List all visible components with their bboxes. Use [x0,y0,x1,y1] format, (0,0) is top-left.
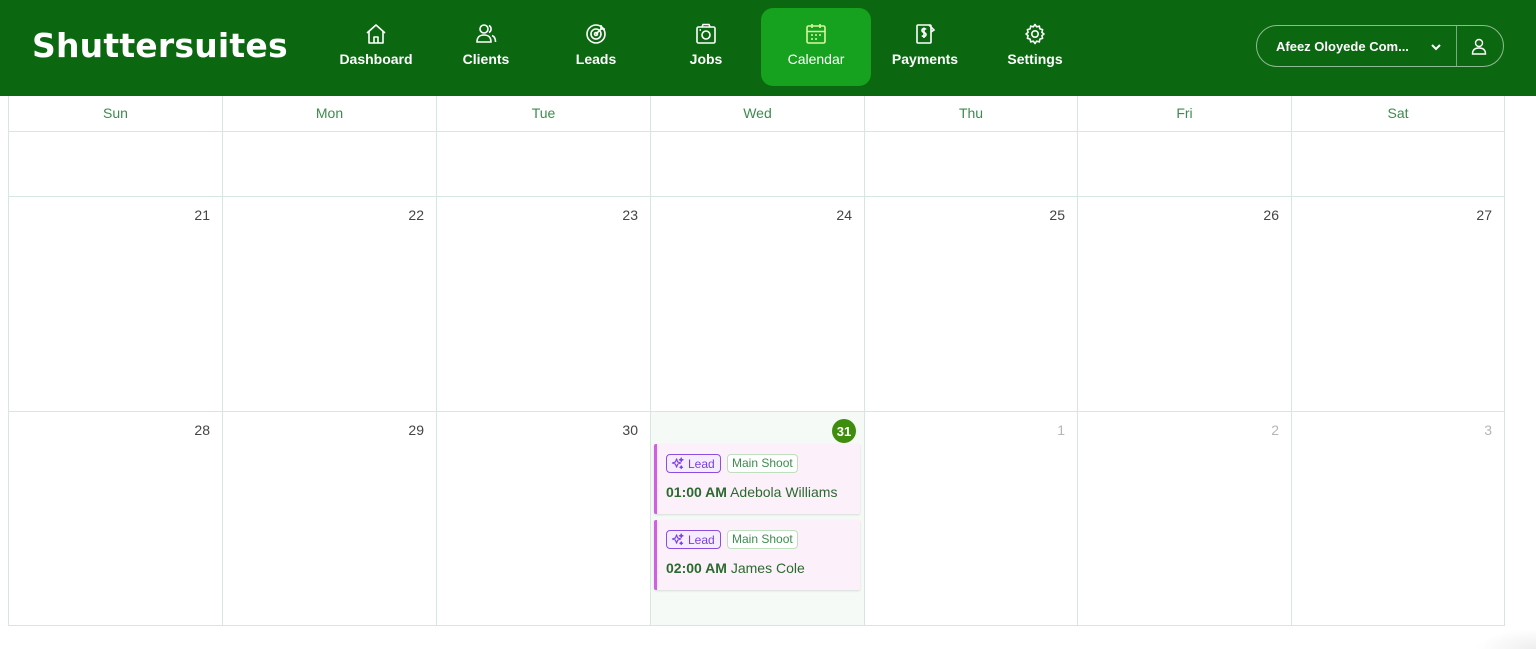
day-number: 25 [1049,207,1065,223]
event-time: 01:00 AM [666,484,727,500]
weekday-sat: Sat [1387,105,1409,121]
event-client-name: James Cole [730,560,805,576]
day-number: 27 [1476,207,1492,223]
day-number: 24 [836,207,852,223]
top-navigation-bar: Shuttersuites Dashboard Clients Leads Jo… [0,0,1536,96]
target-icon [586,24,606,44]
nav-clients[interactable]: Clients [431,8,541,86]
nav-dashboard[interactable]: Dashboard [321,8,431,86]
invoice-dollar-icon [916,24,936,44]
day-number: 21 [194,207,210,223]
nav-clients-label: Clients [462,51,510,67]
day-number: 1 [1057,422,1065,438]
calendar-icon [806,24,826,44]
sparkle-icon [671,533,684,546]
event-type-tag: Main Shoot [727,454,798,473]
day-cell[interactable] [1078,132,1292,196]
day-cell-next-3[interactable]: 3 [1292,412,1504,625]
weekday-thu: Thu [865,96,1078,131]
account-name[interactable]: Afeez Oloyede Com... [1276,39,1409,54]
day-cell-28[interactable]: 28 [9,412,223,625]
nav-calendar[interactable]: Calendar [761,8,871,86]
nav-dashboard-label: Dashboard [339,51,413,67]
event-time: 02:00 AM [666,560,727,576]
day-cell[interactable] [9,132,223,196]
week-row: 21 22 23 24 25 26 27 [9,197,1504,412]
day-cell-next-2[interactable]: 2 [1078,412,1292,625]
day-number: 22 [408,207,424,223]
weekday-tue: Tue [437,96,651,131]
corner-shadow [1476,629,1536,649]
week-row: 28 29 30 31 Lead Main Shoot 01:00 AM Ade… [9,412,1504,625]
day-number: 28 [194,422,210,438]
month-calendar: Sun Mon Tue Wed Thu Fri Sat 21 22 23 24 … [8,96,1505,626]
nav-payments[interactable]: Payments [870,8,980,86]
weekday-header-row: Sun Mon Tue Wed Thu Fri Sat [9,96,1504,132]
calendar-event[interactable]: Lead Main Shoot 02:00 AM James Cole [654,520,860,590]
weekday-wed: Wed [651,96,865,131]
home-icon [366,24,386,44]
day-cell-30[interactable]: 30 [437,412,651,625]
nav-settings[interactable]: Settings [980,8,1090,86]
event-summary: 02:00 AM James Cole [666,560,805,576]
day-cell-24[interactable]: 24 [651,197,865,411]
today-badge: 31 [832,419,856,443]
nav-leads-label: Leads [575,51,617,67]
nav-settings-label: Settings [1007,51,1063,67]
event-summary: 01:00 AM Adebola Williams [666,484,837,500]
account-menu[interactable]: Afeez Oloyede Com... [1256,25,1504,67]
weekday-fri: Fri [1078,96,1292,131]
day-cell[interactable] [437,132,651,196]
day-cell-25[interactable]: 25 [865,197,1078,411]
account-divider [1456,26,1457,66]
day-number: 30 [622,422,638,438]
event-client-name: Adebola Williams [730,484,838,500]
lead-tag-label: Lead [688,456,715,471]
weekday-mon: Mon [223,96,437,131]
day-cell-23[interactable]: 23 [437,197,651,411]
day-cell[interactable] [651,132,865,196]
day-number: 3 [1484,422,1492,438]
day-cell-next-1[interactable]: 1 [865,412,1078,625]
day-number: 29 [408,422,424,438]
calendar-event[interactable]: Lead Main Shoot 01:00 AM Adebola William… [654,444,860,514]
day-cell[interactable] [1292,132,1504,196]
lead-tag: Lead [666,530,721,549]
day-cell-26[interactable]: 26 [1078,197,1292,411]
day-cell[interactable] [865,132,1078,196]
lead-tag-label: Lead [688,532,715,547]
nav-jobs-label: Jobs [689,51,723,67]
nav-calendar-label: Calendar [787,51,845,67]
day-cell-27[interactable]: 27 [1292,197,1504,411]
day-cell-22[interactable]: 22 [223,197,437,411]
nav-jobs[interactable]: Jobs [651,8,761,86]
lead-tag: Lead [666,454,721,473]
camera-icon [696,23,716,44]
user-icon[interactable] [1470,37,1488,55]
nav-payments-label: Payments [891,51,959,67]
day-cell-29[interactable]: 29 [223,412,437,625]
sparkle-icon [671,457,684,470]
nav-leads[interactable]: Leads [541,8,651,86]
day-number: 2 [1271,422,1279,438]
gear-icon [1025,23,1045,45]
day-cell[interactable] [223,132,437,196]
weekday-sun: Sun [9,96,223,131]
day-number: 26 [1263,207,1279,223]
app-logo[interactable]: Shuttersuites [32,26,288,65]
day-number: 23 [622,207,638,223]
users-icon [476,24,497,43]
day-cell-21[interactable]: 21 [9,197,223,411]
day-cell-31-today[interactable]: 31 Lead Main Shoot 01:00 AM Adebola Will… [651,412,865,625]
week-row [9,132,1504,197]
chevron-down-icon[interactable] [1429,40,1443,54]
event-type-tag: Main Shoot [727,530,798,549]
